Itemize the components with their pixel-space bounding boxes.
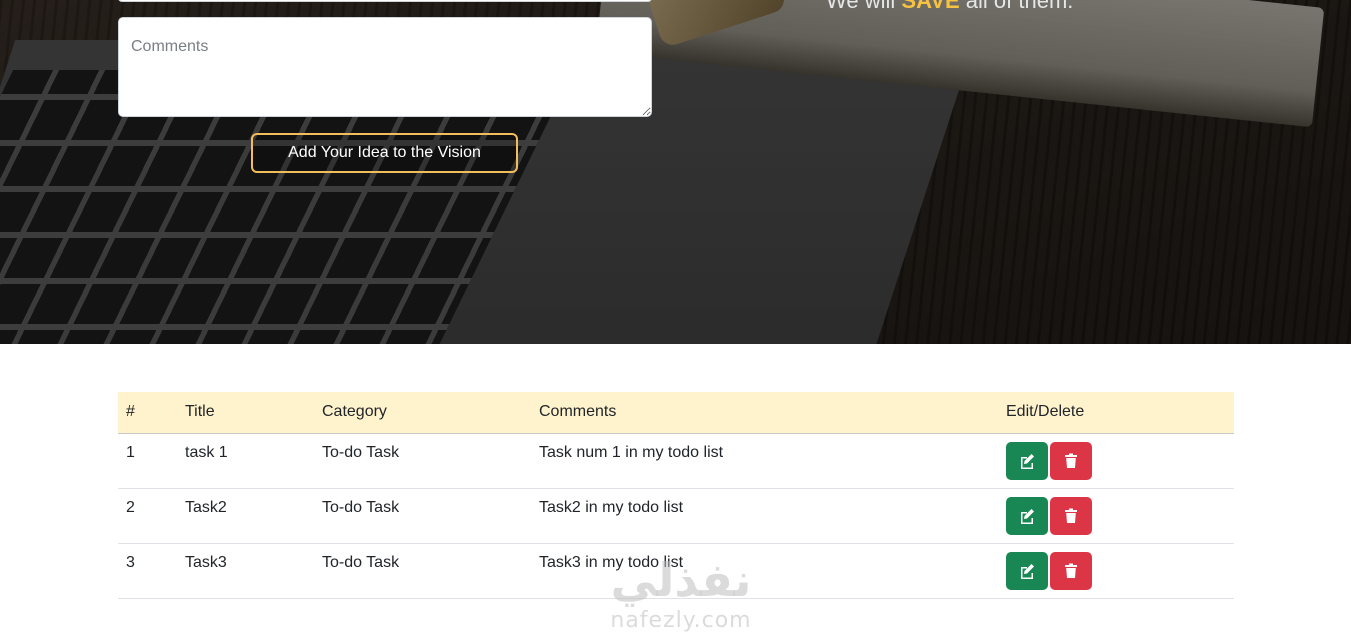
hero-section: We will SAVE all of them. Add Your Idea … — [0, 0, 1351, 344]
row-comments: Task num 1 in my todo list — [531, 433, 998, 489]
header-number: # — [118, 392, 177, 434]
tagline-highlight: SAVE — [901, 0, 960, 13]
watermark-latin: nafezly.com — [610, 608, 752, 633]
tagline-prefix: We will — [826, 0, 896, 13]
tagline-suffix: all of them. — [965, 0, 1074, 13]
edit-button[interactable] — [1006, 496, 1048, 535]
row-comments: Task3 in my todo list — [531, 543, 998, 599]
header-title: Title — [177, 392, 314, 434]
table-row: 2 Task2 To-do Task Task2 in my todo list — [118, 488, 1234, 544]
row-category: To-do Task — [314, 543, 531, 599]
table-row: 3 Task3 To-do Task Task3 in my todo list — [118, 543, 1234, 599]
row-number: 3 — [118, 543, 177, 599]
trash-icon — [1065, 508, 1077, 523]
row-number: 1 — [118, 433, 177, 489]
delete-button[interactable] — [1050, 551, 1092, 590]
trash-icon — [1065, 453, 1077, 468]
row-actions — [998, 488, 1234, 544]
hero-tagline: We will SAVE all of them. — [826, 0, 1073, 14]
edit-icon — [1021, 508, 1034, 524]
row-title: task 1 — [177, 433, 314, 489]
row-number: 2 — [118, 488, 177, 544]
table-row: 1 task 1 To-do Task Task num 1 in my tod… — [118, 433, 1234, 489]
header-category: Category — [314, 392, 531, 434]
row-actions — [998, 433, 1234, 489]
row-title: Task3 — [177, 543, 314, 599]
delete-button[interactable] — [1050, 496, 1092, 535]
header-edit-delete: Edit/Delete — [998, 392, 1234, 434]
edit-icon — [1021, 453, 1034, 469]
edit-icon — [1021, 563, 1034, 579]
row-comments: Task2 in my todo list — [531, 488, 998, 544]
row-category: To-do Task — [314, 488, 531, 544]
trash-icon — [1065, 563, 1077, 578]
edit-button[interactable] — [1006, 441, 1048, 480]
tasks-table-container: # Title Category Comments Edit/Delete 1 … — [118, 392, 1234, 599]
header-comments: Comments — [531, 392, 998, 434]
edit-button[interactable] — [1006, 551, 1048, 590]
delete-button[interactable] — [1050, 441, 1092, 480]
input-field-top[interactable] — [118, 0, 652, 2]
row-category: To-do Task — [314, 433, 531, 489]
tasks-table: # Title Category Comments Edit/Delete 1 … — [118, 392, 1234, 599]
comments-textarea[interactable] — [118, 17, 652, 117]
row-title: Task2 — [177, 488, 314, 544]
add-idea-button[interactable]: Add Your Idea to the Vision — [251, 133, 518, 173]
table-header-row: # Title Category Comments Edit/Delete — [118, 392, 1234, 434]
row-actions — [998, 543, 1234, 599]
